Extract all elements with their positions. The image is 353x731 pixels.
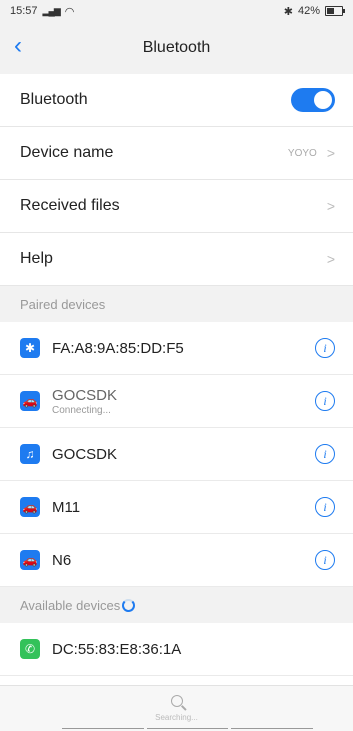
available-devices-label: Available devices [20,597,121,613]
page-header: ‹ Bluetooth [0,22,353,74]
info-icon[interactable]: i [315,497,335,517]
search-icon[interactable] [170,695,183,707]
bluetooth-toggle[interactable] [291,88,335,112]
info-icon[interactable]: i [315,338,335,358]
paired-device-row[interactable]: ♫ GOCSDK i [0,428,353,481]
chevron-right-icon: > [326,145,335,161]
loading-spinner-icon [122,598,136,612]
search-bar[interactable]: Searching... [0,685,353,731]
bluetooth-settings: Bluetooth Device name YOYO > Received fi… [0,74,353,286]
info-icon[interactable]: i [315,391,335,411]
page-title: Bluetooth [142,39,211,56]
searching-label: Searching... [155,713,198,722]
car-icon: 🚗 [20,550,40,570]
bluetooth-label: Bluetooth [20,91,88,108]
car-icon: 🚗 [20,391,40,411]
available-devices-header: Available devices [0,587,353,623]
wifi-icon: ◠ [64,5,75,18]
info-icon[interactable]: i [315,550,335,570]
device-name: N6 [52,551,72,569]
device-status: Connecting... [52,404,111,416]
device-name-row[interactable]: Device name YOYO > [0,127,353,180]
status-time: 15:57 [10,5,38,17]
device-name: GOCSDK [52,386,118,404]
battery-icon [325,6,345,16]
bluetooth-toggle-row[interactable]: Bluetooth [0,74,353,127]
car-icon: 🚗 [20,497,40,517]
info-icon[interactable]: i [315,444,335,464]
device-name: M11 [52,498,81,516]
paired-devices-list: ✱ FA:A8:9A:85:DD:F5 i 🚗 GOCSDK Connectin… [0,322,353,587]
paired-device-row[interactable]: ✱ FA:A8:9A:85:DD:F5 i [0,322,353,375]
battery-percent: 42% [297,5,320,17]
chevron-right-icon: > [326,198,335,214]
device-name-label: Device name [20,144,114,161]
help-row[interactable]: Help > [0,233,353,286]
nav-indicator [62,728,314,729]
bluetooth-icon: ✱ [20,338,40,358]
bluetooth-status-icon: ✱ [283,5,293,18]
paired-device-row[interactable]: 🚗 GOCSDK Connecting... i [0,375,353,428]
device-name: GOCSDK [52,445,118,463]
received-files-row[interactable]: Received files > [0,180,353,233]
headset-icon: ♫ [20,444,40,464]
phone-icon: ✆ [20,639,40,659]
available-devices-list: ✆ DC:55:83:E8:36:1A [0,623,353,676]
device-name-value: YOYO [287,147,317,159]
signal-icon: ▂▄▆ [42,5,61,16]
back-button[interactable]: ‹ [14,34,22,58]
available-device-row[interactable]: ✆ DC:55:83:E8:36:1A [0,623,353,676]
paired-device-row[interactable]: 🚗 N6 i [0,534,353,587]
status-bar: 15:57 ▂▄▆ ◠ ✱ 42% [0,0,353,22]
chevron-right-icon: > [326,251,335,267]
device-name: FA:A8:9A:85:DD:F5 [52,339,184,357]
paired-devices-header: Paired devices [0,286,353,322]
received-files-label: Received files [20,197,120,214]
paired-device-row[interactable]: 🚗 M11 i [0,481,353,534]
device-name: DC:55:83:E8:36:1A [52,640,182,658]
help-label: Help [20,250,53,267]
